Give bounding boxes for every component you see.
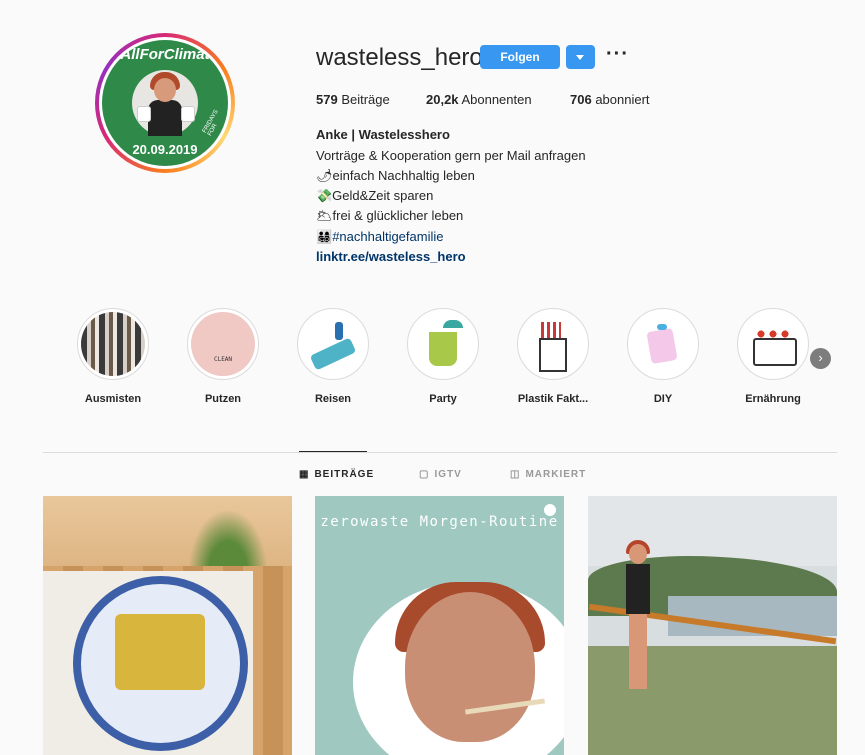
tomatoes-icon <box>755 328 791 340</box>
wave-shape <box>309 337 357 371</box>
posts-label: Beiträge <box>341 92 390 107</box>
avatar-person-face <box>154 78 176 102</box>
box-icon <box>539 338 567 372</box>
highlight-label: Putzen <box>204 393 242 405</box>
posts-count: 579 <box>316 92 338 107</box>
highlight-plastik-fakten[interactable]: Plastik Fakt... <box>498 308 608 405</box>
tab-tagged[interactable]: ◫ MARKIERT <box>510 469 586 480</box>
highlight-image <box>301 312 365 376</box>
tv-icon: ▢ <box>419 469 430 480</box>
highlight-ausmisten[interactable]: Ausmisten <box>58 308 168 405</box>
suggestions-dropdown-button[interactable] <box>566 45 595 69</box>
highlight-label: Party <box>429 393 457 405</box>
avatar-photo <box>132 70 198 136</box>
highlight-diy[interactable]: DIY <box>608 308 718 405</box>
bio-line-2: 🌶einfach Nachhaltig leben <box>316 168 475 183</box>
highlight-image: CLEAN <box>191 312 255 376</box>
toilet-roll-left <box>137 106 151 122</box>
person-image <box>620 540 656 694</box>
active-tab-indicator <box>299 451 367 452</box>
family-emoji-icon: 👨‍👩‍👧‍👦 <box>316 229 333 244</box>
highlight-ring <box>517 308 589 380</box>
highlight-party[interactable]: Party <box>388 308 498 405</box>
grid-icon: ▦ <box>299 469 310 480</box>
bio-line-5: 👨‍👩‍👧‍👦#nachhaltigefamilie <box>316 229 443 245</box>
followers-label: Abonnenten <box>461 92 532 107</box>
tab-label: IGTV <box>434 469 462 480</box>
highlight-label: DIY <box>653 393 673 405</box>
avatar-image: #AllForClimate FRIDAYS FOR 20.09.2019 <box>102 40 228 166</box>
highlight-ring <box>77 308 149 380</box>
post-thumbnail[interactable]: zerowaste Morgen-Routine <box>315 496 564 755</box>
toilet-roll-right <box>181 106 195 122</box>
avatar-hashtag-text: #AllForClimate <box>112 46 218 63</box>
tab-igtv[interactable]: ▢ IGTV <box>419 469 462 480</box>
followers-stat[interactable]: 20,2k Abonnenten <box>426 92 532 107</box>
post-thumbnail[interactable] <box>588 496 837 755</box>
person-legs <box>629 614 647 689</box>
plant-image <box>183 501 273 571</box>
person-top <box>626 564 650 614</box>
bio-full-name: Anke | Wastelesshero <box>316 127 450 142</box>
highlight-image <box>631 312 695 376</box>
chevron-right-icon: › <box>818 350 823 365</box>
highlight-image <box>521 312 585 376</box>
avatar-person-body <box>148 100 182 136</box>
highlight-image-text: CLEAN <box>213 356 233 363</box>
highlight-label: Plastik Fakt... <box>517 393 589 405</box>
tab-label: BEITRÄGE <box>314 469 375 480</box>
profile-username: wasteless_hero <box>316 44 483 71</box>
more-options-button[interactable]: ··· <box>606 44 629 64</box>
highlight-ring <box>737 308 809 380</box>
food-image <box>115 614 205 690</box>
crate-icon <box>753 338 797 366</box>
hashtag-link[interactable]: #nachhaltigefamilie <box>332 229 443 244</box>
post-title-overlay: zerowaste Morgen-Routine <box>320 514 559 530</box>
highlight-ring <box>627 308 699 380</box>
tag-icon: ◫ <box>510 469 521 480</box>
avatar-date-text: 20.09.2019 <box>132 142 198 157</box>
umbrella-icon <box>443 320 463 328</box>
followers-count: 20,2k <box>426 92 459 107</box>
highlight-image <box>81 312 145 376</box>
highlight-label: Reisen <box>314 393 352 405</box>
bow-icon <box>657 324 667 330</box>
highlight-reisen[interactable]: Reisen <box>278 308 388 405</box>
person-face <box>405 592 535 742</box>
following-count: 706 <box>570 92 592 107</box>
highlight-image <box>741 312 805 376</box>
highlight-ring <box>297 308 369 380</box>
soap-bottle-icon <box>646 327 678 365</box>
highlight-label: Ernährung <box>745 393 801 405</box>
bio-line-3: 💸Geld&Zeit sparen <box>316 188 434 203</box>
bio-external-link[interactable]: linktr.ee/wasteless_hero <box>316 249 466 264</box>
tab-label: MARKIERT <box>525 469 587 480</box>
highlight-image <box>411 312 475 376</box>
tabs-divider <box>43 452 837 453</box>
follow-button[interactable]: Folgen <box>480 45 560 69</box>
straws-icon <box>541 322 561 338</box>
surfer-figure <box>335 322 343 340</box>
highlight-ring: CLEAN <box>187 308 259 380</box>
tab-posts[interactable]: ▦ BEITRÄGE <box>299 469 374 480</box>
posts-count-stat: 579 Beiträge <box>316 92 390 107</box>
highlight-putzen[interactable]: CLEAN Putzen <box>168 308 278 405</box>
cocktail-glass-icon <box>429 332 457 366</box>
video-icon <box>544 504 556 516</box>
post-thumbnail[interactable] <box>43 496 292 755</box>
following-label: abonniert <box>595 92 650 107</box>
profile-avatar[interactable]: #AllForClimate FRIDAYS FOR 20.09.2019 <box>95 33 235 173</box>
highlight-label: Ausmisten <box>84 393 142 405</box>
bio-line-4: 🌥frei & glücklicher leben <box>316 208 464 223</box>
avatar-border: #AllForClimate FRIDAYS FOR 20.09.2019 <box>99 37 231 169</box>
avatar-side-text: FRIDAYS FOR <box>201 108 220 138</box>
chevron-down-icon <box>576 55 584 60</box>
bio-line-1: Vorträge & Kooperation gern per Mail anf… <box>316 148 586 163</box>
person-head <box>629 544 647 564</box>
highlight-ring <box>407 308 479 380</box>
following-stat[interactable]: 706 abonniert <box>570 92 650 107</box>
highlights-next-button[interactable]: › <box>810 348 831 369</box>
